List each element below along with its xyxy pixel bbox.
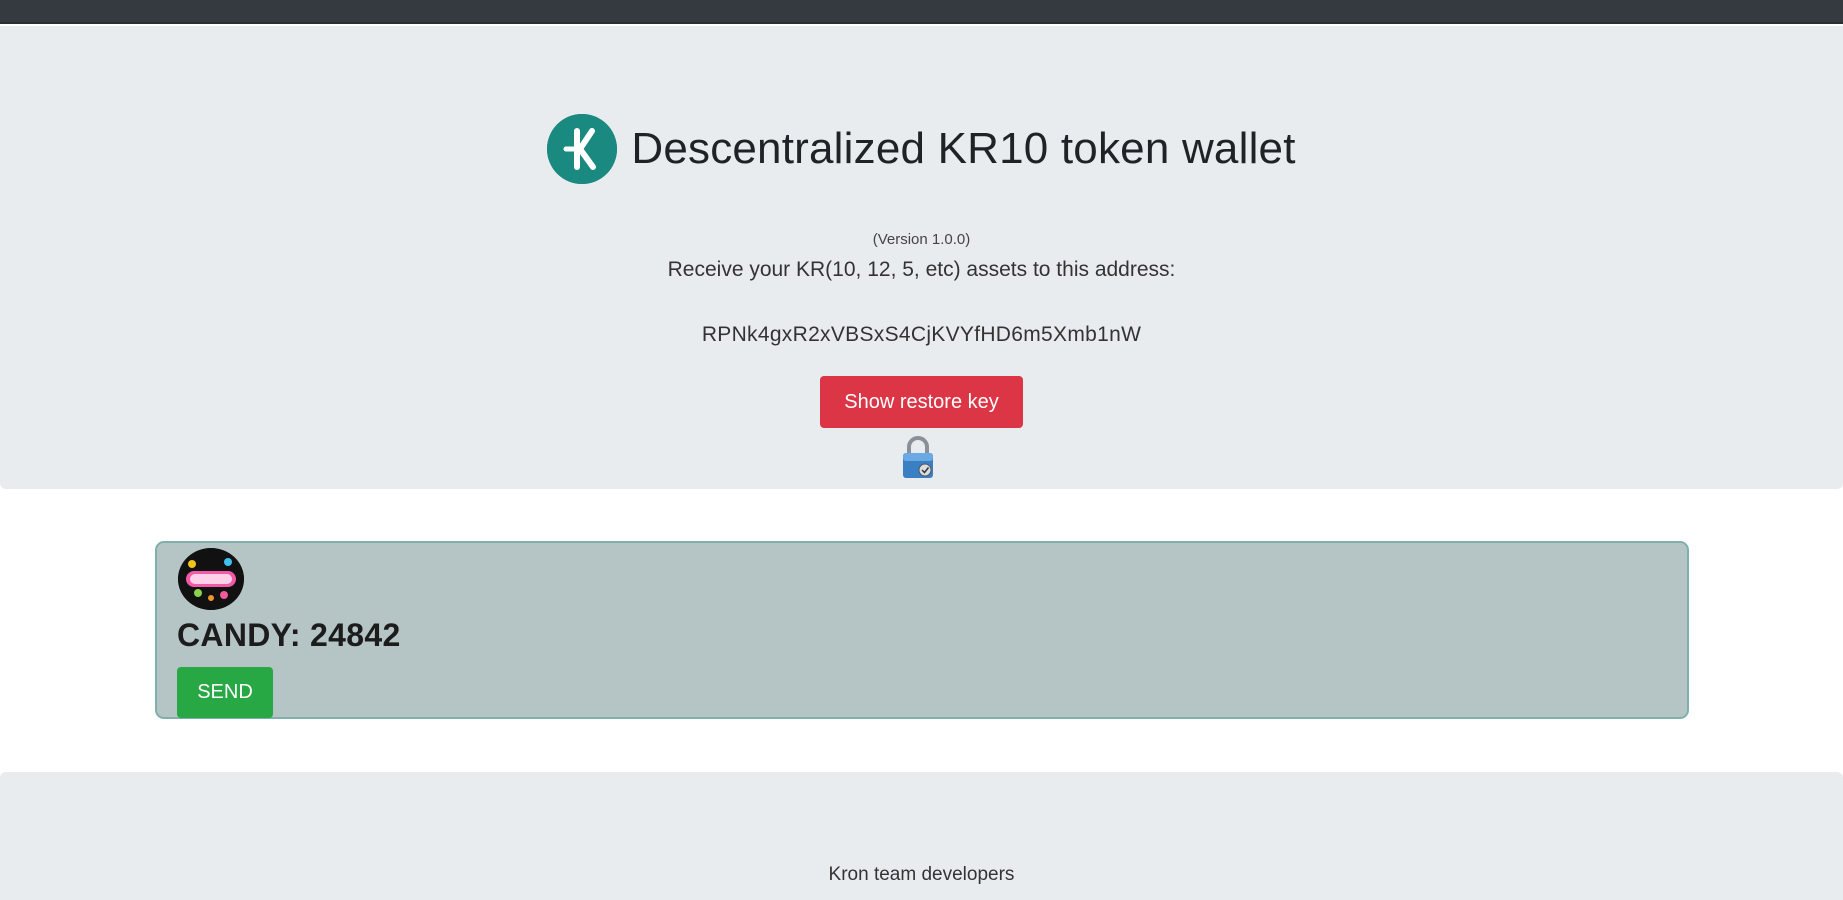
show-restore-key-button[interactable]: Show restore key xyxy=(820,376,1023,428)
wallet-address: RPNk4gxR2xVBSxS4CjKVYfHD6m5Xmb1nW xyxy=(701,323,1142,346)
send-button[interactable]: SEND xyxy=(177,667,273,718)
title-row: Descentralized KR10 token wallet xyxy=(0,114,1843,184)
version-label: (Version 1.0.0) xyxy=(872,231,971,248)
candy-token-icon xyxy=(178,548,244,610)
lock-icon[interactable] xyxy=(900,434,936,480)
receive-instructions: Receive your KR(10, 12, 5, etc) assets t… xyxy=(667,258,1176,281)
page-title: Descentralized KR10 token wallet xyxy=(631,124,1296,173)
footer-credits: Kron team developers xyxy=(828,864,1015,885)
token-balance: CANDY: 24842 xyxy=(177,617,401,653)
token-card: CANDY: 24842 SEND xyxy=(155,541,1689,719)
top-navbar xyxy=(0,0,1843,24)
footer: Kron team developers xyxy=(0,772,1843,900)
wallet-header-panel: Descentralized KR10 token wallet (Versio… xyxy=(0,26,1843,489)
kron-logo-icon xyxy=(547,114,618,184)
